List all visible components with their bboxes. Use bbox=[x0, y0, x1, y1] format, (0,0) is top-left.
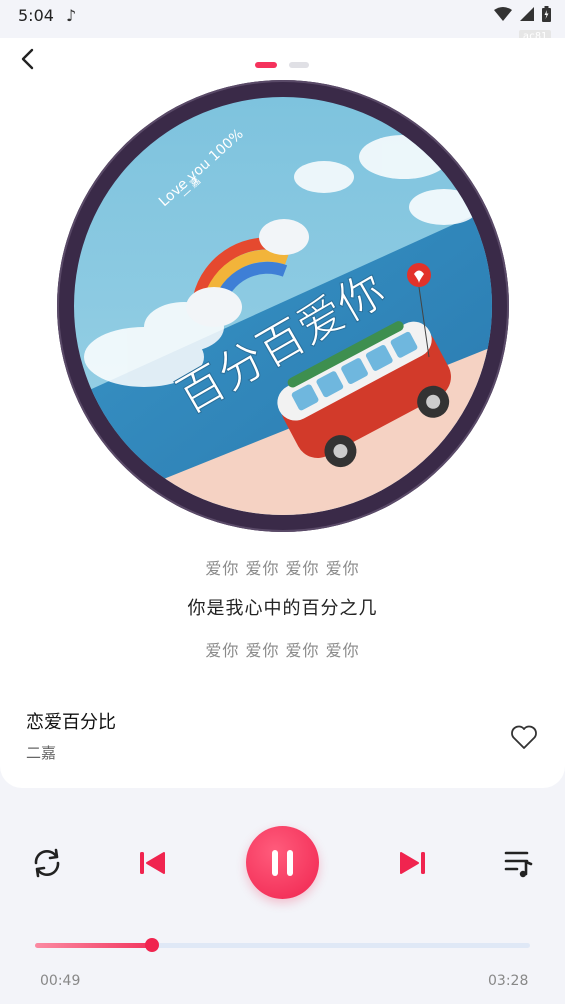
song-artist[interactable]: 二嘉 bbox=[26, 742, 56, 763]
pause-button[interactable] bbox=[246, 826, 319, 899]
battery-icon bbox=[542, 6, 551, 22]
lyric-previous: 爱你 爱你 爱你 爱你 bbox=[205, 559, 360, 578]
pause-icon bbox=[272, 850, 293, 876]
back-arrow-icon[interactable] bbox=[16, 46, 42, 72]
page-dot-active[interactable] bbox=[255, 62, 277, 68]
page-dot-inactive[interactable] bbox=[289, 62, 309, 68]
status-time: 5:04 bbox=[18, 6, 54, 25]
music-note-icon: ♪ bbox=[66, 6, 77, 25]
album-cover[interactable]: 百分百爱你 Love you 100% 二 嘉 bbox=[74, 97, 492, 515]
progress-fill bbox=[35, 943, 152, 948]
progress-bar[interactable] bbox=[35, 938, 530, 952]
wifi-icon bbox=[494, 7, 512, 21]
repeat-icon[interactable] bbox=[30, 847, 64, 879]
heart-icon[interactable] bbox=[510, 724, 538, 750]
song-title: 恋爱百分比 bbox=[26, 712, 116, 733]
progress-thumb[interactable] bbox=[144, 938, 159, 952]
lyric-current: 你是我心中的百分之几 bbox=[187, 598, 378, 619]
page-indicator[interactable] bbox=[255, 62, 309, 68]
next-icon[interactable] bbox=[399, 850, 427, 876]
playlist-icon[interactable] bbox=[503, 848, 533, 878]
lyric-next: 爱你 爱你 爱你 爱你 bbox=[205, 641, 360, 660]
status-bar: 5:04 ♪ bbox=[0, 0, 565, 34]
total-time: 03:28 bbox=[488, 973, 529, 989]
previous-icon[interactable] bbox=[138, 850, 166, 876]
signal-icon bbox=[520, 7, 534, 21]
current-time: 00:49 bbox=[40, 973, 81, 989]
album-art: 百分百爱你 Love you 100% 二 嘉 bbox=[74, 97, 492, 515]
status-icons bbox=[494, 6, 551, 22]
